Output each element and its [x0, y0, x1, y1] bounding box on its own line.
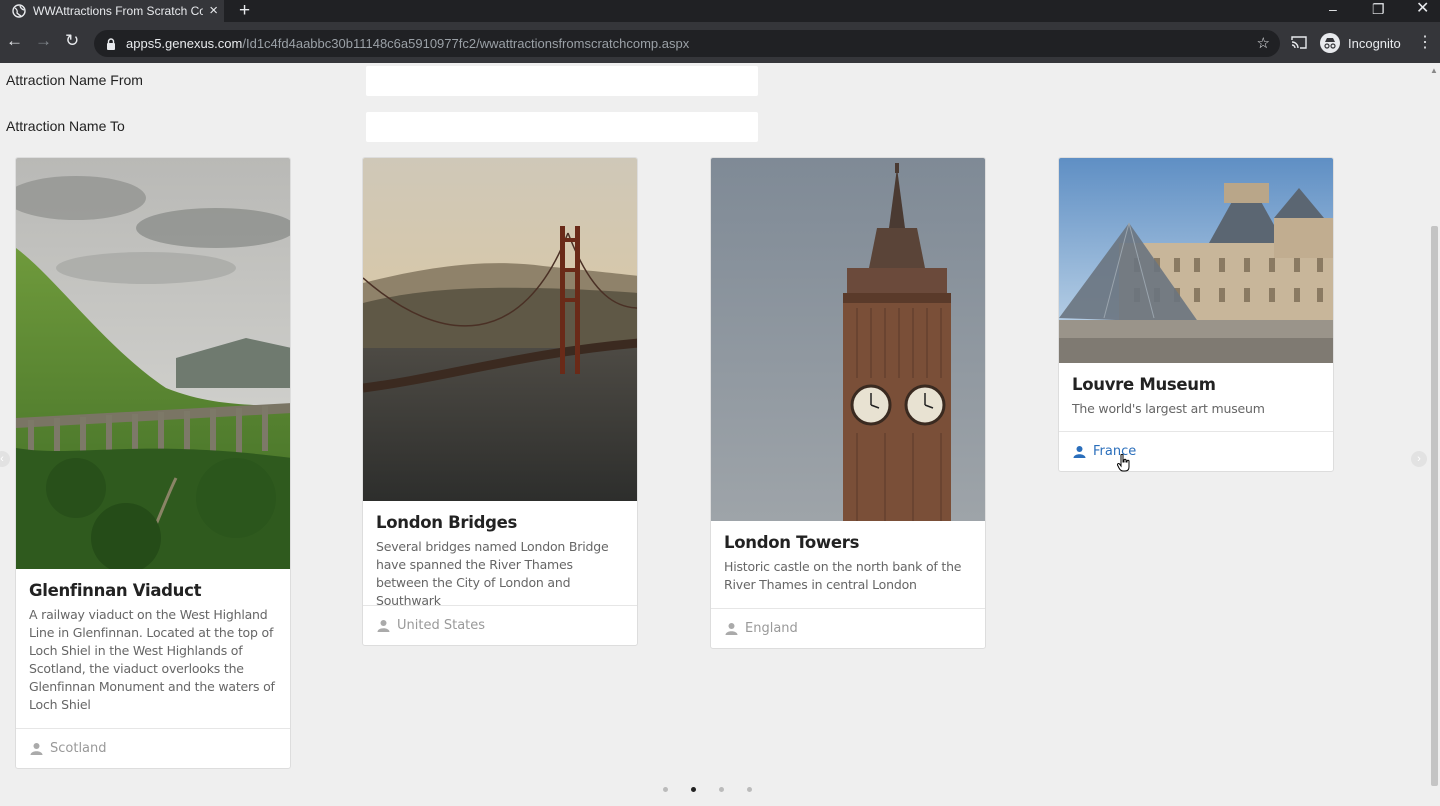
country-label: Scotland [50, 741, 107, 756]
attraction-card[interactable]: Louvre Museum The world's largest art mu… [1058, 157, 1334, 472]
big-ben-photo [711, 158, 985, 521]
card-description: The world's largest art museum [1072, 401, 1265, 416]
restore-icon[interactable]: ❐ [1372, 0, 1385, 22]
page-scrollbar[interactable]: ▲ [1428, 63, 1440, 806]
golden-gate-bridge-photo [363, 158, 637, 501]
card-description: Historic castle on the north bank of the… [724, 559, 962, 592]
carousel-dot[interactable] [719, 787, 724, 792]
forward-icon[interactable]: → [35, 31, 52, 51]
lock-icon [106, 37, 116, 55]
carousel-next-icon[interactable]: › [1411, 451, 1427, 467]
name-to-label: Attraction Name To [6, 118, 125, 134]
card-title: London Towers [724, 533, 860, 552]
country-label: England [745, 621, 798, 636]
incognito-icon [1320, 33, 1340, 53]
card-title: Glenfinnan Viaduct [29, 581, 202, 600]
incognito-indicator[interactable]: Incognito [1320, 33, 1401, 53]
scroll-up-icon[interactable]: ▲ [1430, 66, 1438, 75]
name-from-label: Attraction Name From [6, 72, 143, 88]
name-from-input[interactable] [366, 66, 758, 96]
incognito-label: Incognito [1348, 35, 1401, 51]
person-icon [30, 742, 43, 755]
attraction-card[interactable]: London Bridges Several bridges named Lon… [362, 157, 638, 646]
card-title: Louvre Museum [1072, 375, 1216, 394]
name-to-input[interactable] [366, 112, 758, 142]
hand-cursor-icon [1116, 453, 1131, 477]
browser-tab[interactable]: WWAttractions From Scratch Com × [0, 0, 224, 22]
carousel-dot-active[interactable] [691, 787, 696, 792]
person-icon [1073, 445, 1086, 458]
attraction-card[interactable]: London Towers Historic castle on the nor… [710, 157, 986, 649]
url-text: apps5.genexus.com/Id1c4fd4aabbc30b11148c… [126, 36, 689, 51]
card-description: Several bridges named London Bridge have… [376, 539, 609, 608]
carousel-pagination [663, 787, 775, 792]
globe-icon [12, 4, 26, 18]
card-footer: United States [363, 605, 637, 645]
card-description: A railway viaduct on the West Highland L… [29, 607, 275, 712]
card-footer: England [711, 608, 985, 648]
close-window-icon[interactable]: ✕ [1416, 0, 1429, 22]
address-bar[interactable]: apps5.genexus.com/Id1c4fd4aabbc30b11148c… [94, 30, 1280, 57]
card-body: London Towers Historic castle on the nor… [711, 521, 985, 594]
menu-icon[interactable]: ⋮ [1417, 32, 1433, 52]
viaduct-photo [16, 158, 290, 569]
url-path: /Id1c4fd4aabbc30b11148c6a5910977fc2/wwat… [242, 36, 690, 51]
url-host: apps5.genexus.com [126, 36, 243, 51]
new-tab-button[interactable]: + [239, 0, 250, 22]
louvre-photo [1059, 158, 1333, 363]
close-tab-icon[interactable]: × [209, 2, 218, 19]
card-footer: Scotland [16, 728, 290, 768]
tab-title: WWAttractions From Scratch Com [33, 4, 203, 18]
carousel-dot[interactable] [747, 787, 752, 792]
back-icon[interactable]: ← [6, 31, 23, 51]
card-body: Glenfinnan Viaduct A railway viaduct on … [16, 569, 290, 714]
minimize-icon[interactable]: – [1329, 0, 1337, 22]
person-icon [725, 622, 738, 635]
scrollbar-thumb[interactable] [1431, 226, 1438, 786]
card-footer[interactable]: France [1059, 431, 1333, 471]
carousel-dot[interactable] [663, 787, 668, 792]
cast-icon[interactable] [1291, 36, 1307, 54]
card-title: London Bridges [376, 513, 518, 532]
attraction-card[interactable]: Glenfinnan Viaduct A railway viaduct on … [15, 157, 291, 769]
card-body: Louvre Museum The world's largest art mu… [1059, 363, 1333, 418]
bookmark-star-icon[interactable]: ☆ [1257, 34, 1270, 52]
card-body: London Bridges Several bridges named Lon… [363, 501, 637, 610]
reload-icon[interactable]: ↻ [65, 31, 79, 51]
country-label: United States [397, 618, 486, 633]
browser-toolbar: ← → ↻ apps5.genexus.com/Id1c4fd4aabbc30b… [0, 22, 1440, 63]
browser-tab-bar: WWAttractions From Scratch Com × + – ❐ ✕ [0, 0, 1440, 22]
person-icon [377, 619, 390, 632]
